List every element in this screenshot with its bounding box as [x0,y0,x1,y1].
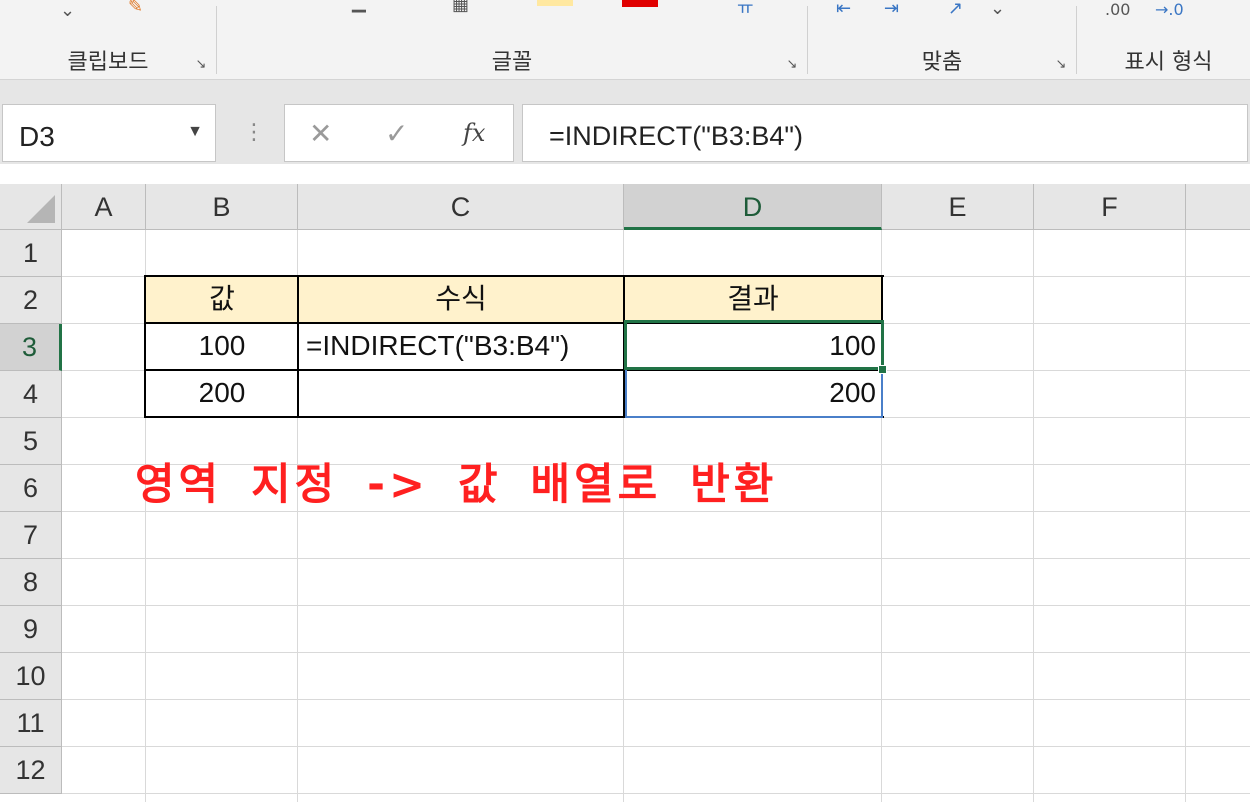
column-header-b[interactable]: B [146,184,298,230]
row-header-8[interactable]: 8 [0,559,62,606]
gridline [62,699,1250,700]
ribbon-gap [0,80,1250,102]
alignment-group-label: 맞춤 [921,50,963,75]
alignment-group: ⇤ ⇥ ↗ ⌄ 맞춤 ↘ [808,0,1076,80]
decrease-indent-icon[interactable]: ⇤ [836,0,851,19]
row-header-4[interactable]: 4 [0,371,62,418]
font-size-icon[interactable]: ▁ [352,0,366,13]
dialog-launcher-icon[interactable]: ↘ [1054,58,1068,72]
cell-c2[interactable]: 수식 [298,277,624,323]
dialog-launcher-icon[interactable]: ↘ [194,58,208,72]
gridline [62,746,1250,747]
decrease-decimal-icon[interactable]: →.0 [1155,0,1184,19]
dropdown-arrow-icon[interactable]: ▼ [187,123,203,141]
column-header-d[interactable]: D [624,184,882,230]
gridline [62,605,1250,606]
row-header-7[interactable]: 7 [0,512,62,559]
select-all-button[interactable] [0,184,62,230]
row-header-5[interactable]: 5 [0,418,62,465]
formula-input[interactable]: =INDIRECT("B3:B4") [522,104,1248,162]
resize-handle-icon[interactable]: ⋮ [243,120,265,145]
ribbon: ⌄ ✎ 클립보드 ↘ ▁ ▦ ㅠ 글꼴 ↘ ⇤ ⇥ ↗ ⌄ 맞춤 ↘ .00 →… [0,0,1250,80]
column-header-e[interactable]: E [882,184,1034,230]
name-box[interactable]: D3 ▼ [2,104,216,162]
border-icon[interactable]: ▦ [452,0,469,15]
cell-c3[interactable]: =INDIRECT("B3:B4") [306,324,622,370]
gridline [62,558,1250,559]
formula-bar: D3 ▼ ⋮ ✕ ✓ fx =INDIRECT("B3:B4") [0,102,1250,164]
spill-range-outline [625,370,883,418]
column-header-f[interactable]: F [1034,184,1186,230]
gridline [62,652,1250,653]
chevron-down-icon[interactable]: ⌄ [60,0,75,21]
row-header-2[interactable]: 2 [0,277,62,324]
clipboard-group-label: 클립보드 [67,50,149,75]
font-group-label: 글꼴 [491,50,533,75]
column-header-a[interactable]: A [62,184,146,230]
row-header-3[interactable]: 3 [0,324,62,371]
table-border [144,275,146,418]
active-cell-outline [624,320,884,370]
formula-buttons: ✕ ✓ fx [284,104,514,162]
row-header-10[interactable]: 10 [0,653,62,700]
format-painter-icon[interactable]: ✎ [128,0,143,17]
formula-text: =INDIRECT("B3:B4") [549,121,803,151]
column-header-g[interactable] [1186,184,1250,230]
enter-icon[interactable]: ✓ [385,117,408,150]
fill-handle[interactable] [878,365,887,374]
annotation-text: 영역 지정 -> 값 배열로 반환 [135,460,778,510]
gridline [1185,230,1186,802]
font-color-icon[interactable] [622,0,658,7]
worksheet-grid[interactable]: A B C D E F 1 2 3 4 5 6 7 8 9 10 11 12 값… [0,164,1250,802]
cell-b3[interactable]: 100 [146,324,298,370]
table-border [297,275,299,418]
number-group-label: 표시 형식 [1124,50,1213,75]
row-header-1[interactable]: 1 [0,230,62,277]
row-header-9[interactable]: 9 [0,606,62,653]
cell-b2[interactable]: 값 [146,277,298,323]
select-all-triangle-icon [27,195,55,223]
gridline [1033,230,1034,802]
gridline [62,793,1250,794]
orientation-icon[interactable]: ↗ [948,0,963,19]
cell-d2[interactable]: 결과 [624,277,882,323]
cell-b4[interactable]: 200 [146,371,298,417]
cell-c4[interactable] [306,371,622,417]
row-header-6[interactable]: 6 [0,465,62,512]
column-header-c[interactable]: C [298,184,624,230]
table-border [144,275,884,277]
row-header-12[interactable]: 12 [0,747,62,794]
insert-function-icon[interactable]: fx [463,119,485,147]
font-group: ▁ ▦ ㅠ 글꼴 ↘ [217,0,807,80]
increase-decimal-icon[interactable]: .00 [1105,0,1130,19]
chevron-down-icon[interactable]: ⌄ [990,0,1005,19]
grid-top-spacer [0,164,1250,184]
cancel-icon[interactable]: ✕ [309,117,332,150]
dialog-launcher-icon[interactable]: ↘ [785,58,799,72]
number-group: .00 →.0 표시 형식 [1077,0,1250,80]
clipboard-group: ⌄ ✎ 클립보드 ↘ [0,0,216,80]
phonetic-icon[interactable]: ㅠ [737,0,754,20]
row-header-11[interactable]: 11 [0,700,62,747]
name-box-value: D3 [19,121,55,152]
fill-color-icon[interactable] [537,0,573,6]
increase-indent-icon[interactable]: ⇥ [884,0,899,19]
